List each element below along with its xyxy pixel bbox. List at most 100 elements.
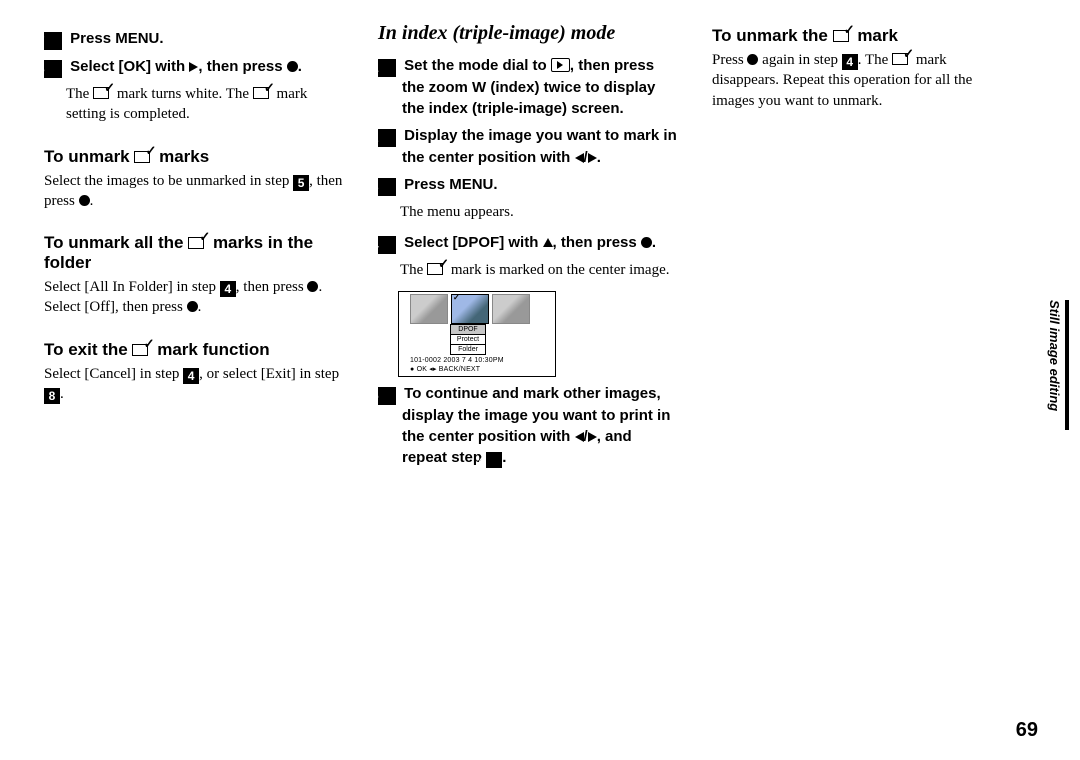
center-button-icon — [747, 54, 758, 65]
step-8: 8 Select [OK] with , then press . — [44, 56, 344, 78]
right-arrow-icon — [588, 432, 597, 442]
print-mark-icon — [188, 235, 208, 249]
print-mark-icon — [427, 261, 447, 275]
be-c: . — [60, 386, 64, 402]
step-7-text: Press MENU. — [70, 30, 163, 47]
step-number-1: 1 — [378, 59, 396, 77]
c2-step-4: 4 Select [DPOF] with , then press . — [378, 232, 678, 254]
center-button-icon — [307, 281, 318, 292]
heading-exit: To exit the mark function — [44, 340, 344, 360]
print-mark-icon — [93, 85, 113, 99]
be-b: , or select [Exit] in step — [199, 366, 339, 382]
heading-unmark-all: To unmark all the marks in the folder — [44, 233, 344, 273]
right-arrow-icon — [189, 62, 198, 72]
inline-step-4: 4 — [842, 54, 858, 70]
heading-unmark-single: To unmark the mark — [712, 26, 1012, 46]
b1a: The — [66, 86, 93, 102]
c3bb: again in step — [758, 52, 841, 68]
s2a: Display the image you want to mark in th… — [402, 127, 677, 166]
c2-step-3: 3 Press MENU. — [378, 174, 678, 196]
step-7: 7 Press MENU. — [44, 28, 344, 50]
thumb-center: ✓ — [451, 294, 489, 324]
hu-b: marks — [154, 147, 209, 166]
column-1: 7 Press MENU. 8 Select [OK] with , then … — [44, 22, 344, 474]
inline-step-5: 5 — [293, 175, 309, 191]
center-button-icon — [641, 237, 652, 248]
print-mark-icon — [253, 85, 273, 99]
side-section-label: Still image editing — [1047, 300, 1062, 411]
left-arrow-icon — [575, 432, 584, 442]
step-number-7: 7 — [44, 32, 62, 50]
bu-c: . — [90, 193, 94, 209]
up-arrow-icon — [543, 238, 553, 247]
step-number-2: 2 — [378, 129, 396, 147]
heading-triple-image: In index (triple-image) mode — [378, 22, 678, 45]
c2-step-1: 1 Set the mode dial to , then press the … — [378, 55, 678, 119]
s5d: . — [502, 449, 506, 466]
step-8-b: , then press — [198, 58, 286, 75]
lcd-screen-illustration: ✓ DPOF Protect Folder 101-0002 2003 7 4 … — [398, 291, 556, 377]
bua-b: , then press — [236, 279, 308, 295]
hua-a: To unmark all the — [44, 233, 188, 252]
s4bb: mark is marked on the center image. — [447, 262, 669, 278]
center-button-icon — [287, 61, 298, 72]
print-mark-icon — [892, 51, 912, 65]
c2-step-3-body: The menu appears. — [378, 202, 678, 222]
inline-step-8: 8 — [44, 388, 60, 404]
c3ba: Press — [712, 52, 747, 68]
thumbnail-row: ✓ — [402, 294, 552, 324]
bua-d: . — [198, 299, 202, 315]
c2-step-4-body: The mark is marked on the center image. — [378, 260, 678, 280]
screen-footer-2: ● OK ◂▸ BACK/NEXT — [402, 366, 552, 373]
step-8-body: The mark turns white. The mark setting i… — [44, 84, 344, 125]
hu-a: To unmark — [44, 147, 134, 166]
body-unmark: Select the images to be unmarked in step… — [44, 171, 344, 212]
page-number: 69 — [1016, 719, 1038, 742]
step-number-3: 3 — [378, 178, 396, 196]
heading-unmark: To unmark marks — [44, 147, 344, 167]
step-number-4: 4 — [378, 236, 396, 254]
be-a: Select [Cancel] in step — [44, 366, 183, 382]
bua-a: Select [All In Folder] in step — [44, 279, 220, 295]
he-a: To exit the — [44, 340, 132, 359]
c3hb: mark — [853, 26, 898, 45]
body-unmark-all: Select [All In Folder] in step 4, then p… — [44, 277, 344, 318]
step-8-a: Select [OK] with — [70, 58, 189, 75]
center-button-icon — [187, 301, 198, 312]
c2-step-5: 5 To continue and mark other images, dis… — [378, 383, 678, 468]
screen-menu: DPOF Protect Folder — [450, 324, 486, 355]
c3ha: To unmark the — [712, 26, 833, 45]
right-arrow-icon — [588, 153, 597, 163]
center-button-icon — [79, 195, 90, 206]
print-mark-icon — [134, 149, 154, 163]
s2c: . — [597, 149, 601, 166]
inline-step-4: 4 — [220, 281, 236, 297]
he-b: mark function — [152, 340, 269, 359]
step-8-c: . — [298, 58, 302, 75]
column-3: To unmark the mark Press again in step 4… — [712, 22, 1012, 474]
s4b: , then press — [553, 234, 641, 251]
print-mark-icon — [132, 342, 152, 356]
inline-step-4: 4 — [486, 452, 502, 468]
screen-footer-1: 101-0002 2003 7 4 10:30PM — [402, 357, 552, 364]
s4c: . — [652, 234, 656, 251]
c3bc: . The — [858, 52, 892, 68]
c2-step-2: 2 Display the image you want to mark in … — [378, 125, 678, 168]
screen-menu-item: Folder — [450, 344, 486, 355]
column-2: In index (triple-image) mode 1 Set the m… — [378, 22, 678, 474]
step-number-5: 5 — [378, 387, 396, 405]
s1a: Set the mode dial to — [404, 57, 551, 74]
inline-step-4: 4 — [183, 368, 199, 384]
bu-a: Select the images to be unmarked in step — [44, 173, 293, 189]
side-index-bar — [1065, 300, 1069, 430]
body-exit: Select [Cancel] in step 4, or select [Ex… — [44, 364, 344, 405]
s4a: Select [DPOF] with — [404, 234, 542, 251]
s3: Press MENU. — [404, 176, 497, 193]
s4ba: The — [400, 262, 427, 278]
left-arrow-icon — [575, 153, 584, 163]
print-mark-icon — [833, 28, 853, 42]
thumb-right — [492, 294, 530, 324]
playback-mode-icon — [551, 58, 570, 72]
thumb-left — [410, 294, 448, 324]
step-number-8: 8 — [44, 60, 62, 78]
